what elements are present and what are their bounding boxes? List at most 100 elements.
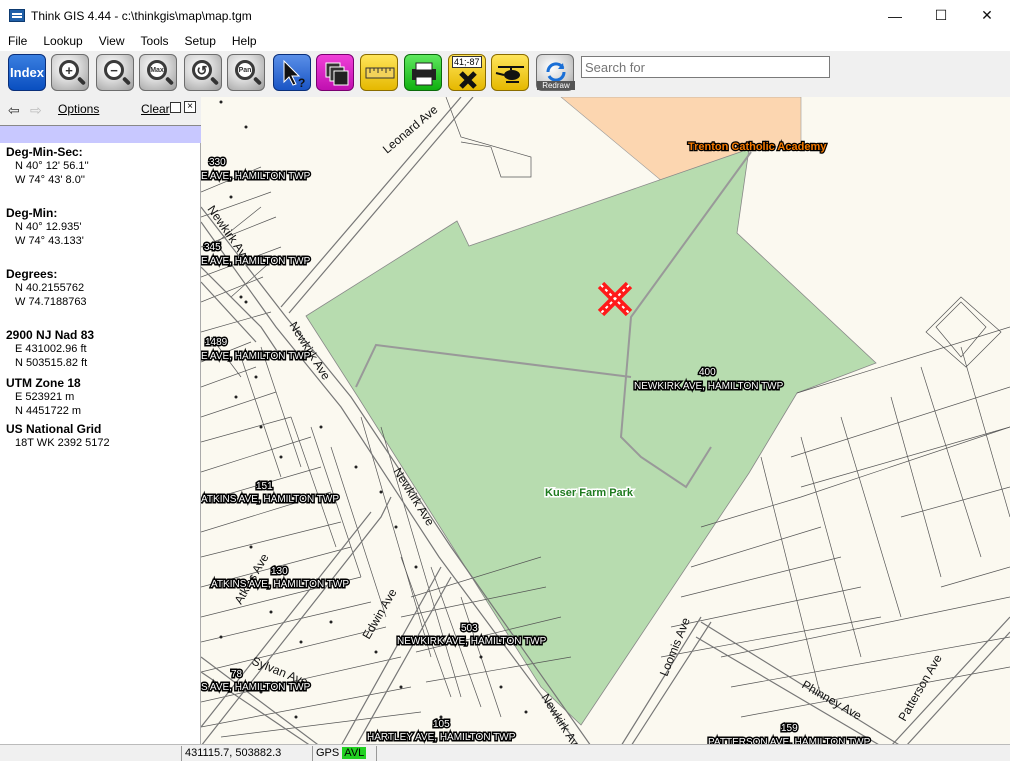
- toolbar: Index + − Max ↺ Pan ? 41;-87 Redraw: [0, 51, 1010, 97]
- helicopter-icon: [495, 66, 524, 83]
- zoom-max-button[interactable]: Max: [139, 54, 177, 91]
- forward-arrow-icon[interactable]: ⇨: [30, 102, 42, 119]
- panel-header: ⇦ ⇨ Options Clear ×: [0, 97, 201, 121]
- zoom-in-button[interactable]: +: [51, 54, 89, 91]
- goto-coordinate-button[interactable]: 41;-87: [448, 54, 486, 91]
- parcel-address: NEWKIRK AVE, HAMILTON TWP: [397, 636, 547, 647]
- coord-group-utm: UTM Zone 18 E 523921 m N 4451722 m: [6, 376, 81, 418]
- redraw-label: Redraw: [537, 81, 575, 90]
- menu-setup[interactable]: Setup: [177, 34, 224, 48]
- app-icon: [9, 9, 25, 22]
- park-parcel[interactable]: [305, 148, 877, 726]
- map-canvas[interactable]: Leonard Ave Newkirk Ave Newkirk Ave Newk…: [201, 97, 1010, 746]
- menu-bar: File Lookup View Tools Setup Help: [0, 31, 1010, 51]
- printer-icon: [412, 62, 436, 86]
- back-arrow-icon[interactable]: ⇦: [8, 102, 20, 119]
- zoom-out-button[interactable]: −: [96, 54, 134, 91]
- parcel-number: 159: [781, 723, 798, 734]
- window-title: Think GIS 4.44 - c:\thinkgis\map\map.tgm: [31, 8, 252, 23]
- coord-line: N 40° 12' 56.1'': [15, 160, 89, 172]
- coord-line: E 523921 m: [15, 391, 75, 403]
- coord-line: 18T WK 2392 5172: [15, 437, 110, 449]
- parcel-address: S AVE, HAMILTON TWP: [201, 682, 311, 693]
- parcel-number: 400: [699, 367, 716, 378]
- gps-label: GPS: [316, 747, 340, 759]
- parcel-address: E AVE, HAMILTON TWP: [201, 171, 311, 182]
- app-window: Think GIS 4.44 - c:\thinkgis\map\map.tgm…: [0, 0, 1010, 761]
- avl-helicopter-button[interactable]: [491, 54, 529, 91]
- coord-line: N 40.2155762: [15, 282, 85, 294]
- coord-title: UTM Zone 18: [6, 376, 81, 390]
- menu-help[interactable]: Help: [224, 34, 265, 48]
- pan-button[interactable]: Pan: [227, 54, 265, 91]
- title-bar: Think GIS 4.44 - c:\thinkgis\map\map.tgm…: [0, 0, 1010, 31]
- street-label: Phinney Ave: [800, 677, 865, 723]
- menu-lookup[interactable]: Lookup: [35, 34, 90, 48]
- parcel-address: ATKINS AVE, HAMILTON TWP: [201, 494, 339, 505]
- avl-indicator: AVL: [342, 747, 367, 759]
- coordinate-panel: ⇦ ⇨ Options Clear × Deg-Min-Sec: N 40° 1…: [0, 97, 201, 746]
- parcel-number: 345: [204, 242, 221, 253]
- minimize-button[interactable]: —: [872, 0, 918, 31]
- parcel-number: 78: [231, 669, 243, 680]
- zoom-out-icon: −: [104, 60, 124, 80]
- menu-file[interactable]: File: [0, 34, 35, 48]
- status-divider: [376, 746, 377, 761]
- panel-body: Deg-Min-Sec: N 40° 12' 56.1'' W 74° 43' …: [0, 143, 201, 746]
- parcel-number: 105: [433, 719, 450, 730]
- parcel-number: 151: [256, 481, 273, 492]
- coord-line: N 4451722 m: [15, 405, 82, 417]
- coord-title: Deg-Min:: [6, 206, 58, 220]
- layers-button[interactable]: [316, 54, 354, 91]
- coord-line: W 74° 43.133': [15, 235, 84, 247]
- options-link[interactable]: Options: [58, 102, 99, 116]
- coord-group-dms: Deg-Min-Sec: N 40° 12' 56.1'' W 74° 43' …: [6, 145, 89, 187]
- status-gps: GPS AVL: [312, 746, 367, 761]
- coord-title: Deg-Min-Sec:: [6, 145, 83, 159]
- parcel-number: 130: [271, 566, 288, 577]
- street-label: Leonard Ave: [380, 102, 441, 156]
- coord-group-usng: US National Grid 18T WK 2392 5172: [6, 422, 110, 450]
- clear-link[interactable]: Clear: [141, 102, 170, 116]
- street-label: Patterson Ave: [895, 652, 945, 724]
- parcel-address: E AVE, HAMILTON TWP: [201, 256, 311, 267]
- parcel-number: 1489: [205, 337, 228, 348]
- layers-icon: [325, 62, 349, 86]
- coord-line: E 431002.96 ft: [15, 343, 87, 355]
- status-coordinates: 431115.7, 503882.3: [181, 746, 281, 761]
- ruler-icon: [365, 67, 395, 79]
- zoom-max-label: Max: [147, 60, 167, 80]
- close-panel-icon[interactable]: ×: [184, 101, 196, 113]
- coord-line: W 74.7188763: [15, 296, 87, 308]
- svg-text:?: ?: [298, 76, 305, 90]
- zoom-previous-button[interactable]: ↺: [184, 54, 222, 91]
- coordinate-label: 41;-87: [452, 56, 482, 68]
- index-button[interactable]: Index: [8, 54, 46, 91]
- coord-title: US National Grid: [6, 422, 102, 436]
- parcel-address: NEWKIRK AVE, HAMILTON TWP: [634, 381, 784, 392]
- search-input[interactable]: [581, 56, 830, 78]
- measure-button[interactable]: [360, 54, 398, 91]
- street-label: Edwin Ave: [359, 586, 399, 642]
- coord-group-nj-nad83: 2900 NJ Nad 83 E 431002.96 ft N 503515.8…: [6, 328, 94, 370]
- redraw-button[interactable]: Redraw: [536, 54, 575, 91]
- coord-line: W 74° 43' 8.0'': [15, 174, 86, 186]
- academy-label: Trenton Catholic Academy: [688, 141, 827, 153]
- parcel-number: 330: [209, 157, 226, 168]
- status-bar: 431115.7, 503882.3 GPS AVL: [0, 744, 1010, 761]
- menu-tools[interactable]: Tools: [133, 34, 177, 48]
- parcel-number: 503: [461, 623, 478, 634]
- coord-group-degrees: Degrees: N 40.2155762 W 74.7188763: [6, 267, 87, 309]
- window-controls: — ☐ ✕: [872, 0, 1010, 31]
- maximize-button[interactable]: ☐: [918, 0, 964, 31]
- cursor-question-icon: ?: [283, 59, 305, 90]
- print-button[interactable]: [404, 54, 442, 91]
- menu-view[interactable]: View: [91, 34, 133, 48]
- parcel-address: E AVE, HAMILTON TWP: [201, 351, 311, 362]
- map-svg[interactable]: Leonard Ave Newkirk Ave Newkirk Ave Newk…: [201, 97, 1010, 746]
- park-label: Kuser Farm Park: [545, 487, 634, 499]
- coord-title: 2900 NJ Nad 83: [6, 328, 95, 342]
- close-button[interactable]: ✕: [964, 0, 1010, 31]
- identify-button[interactable]: ?: [273, 54, 311, 91]
- restore-panel-icon[interactable]: [170, 102, 181, 113]
